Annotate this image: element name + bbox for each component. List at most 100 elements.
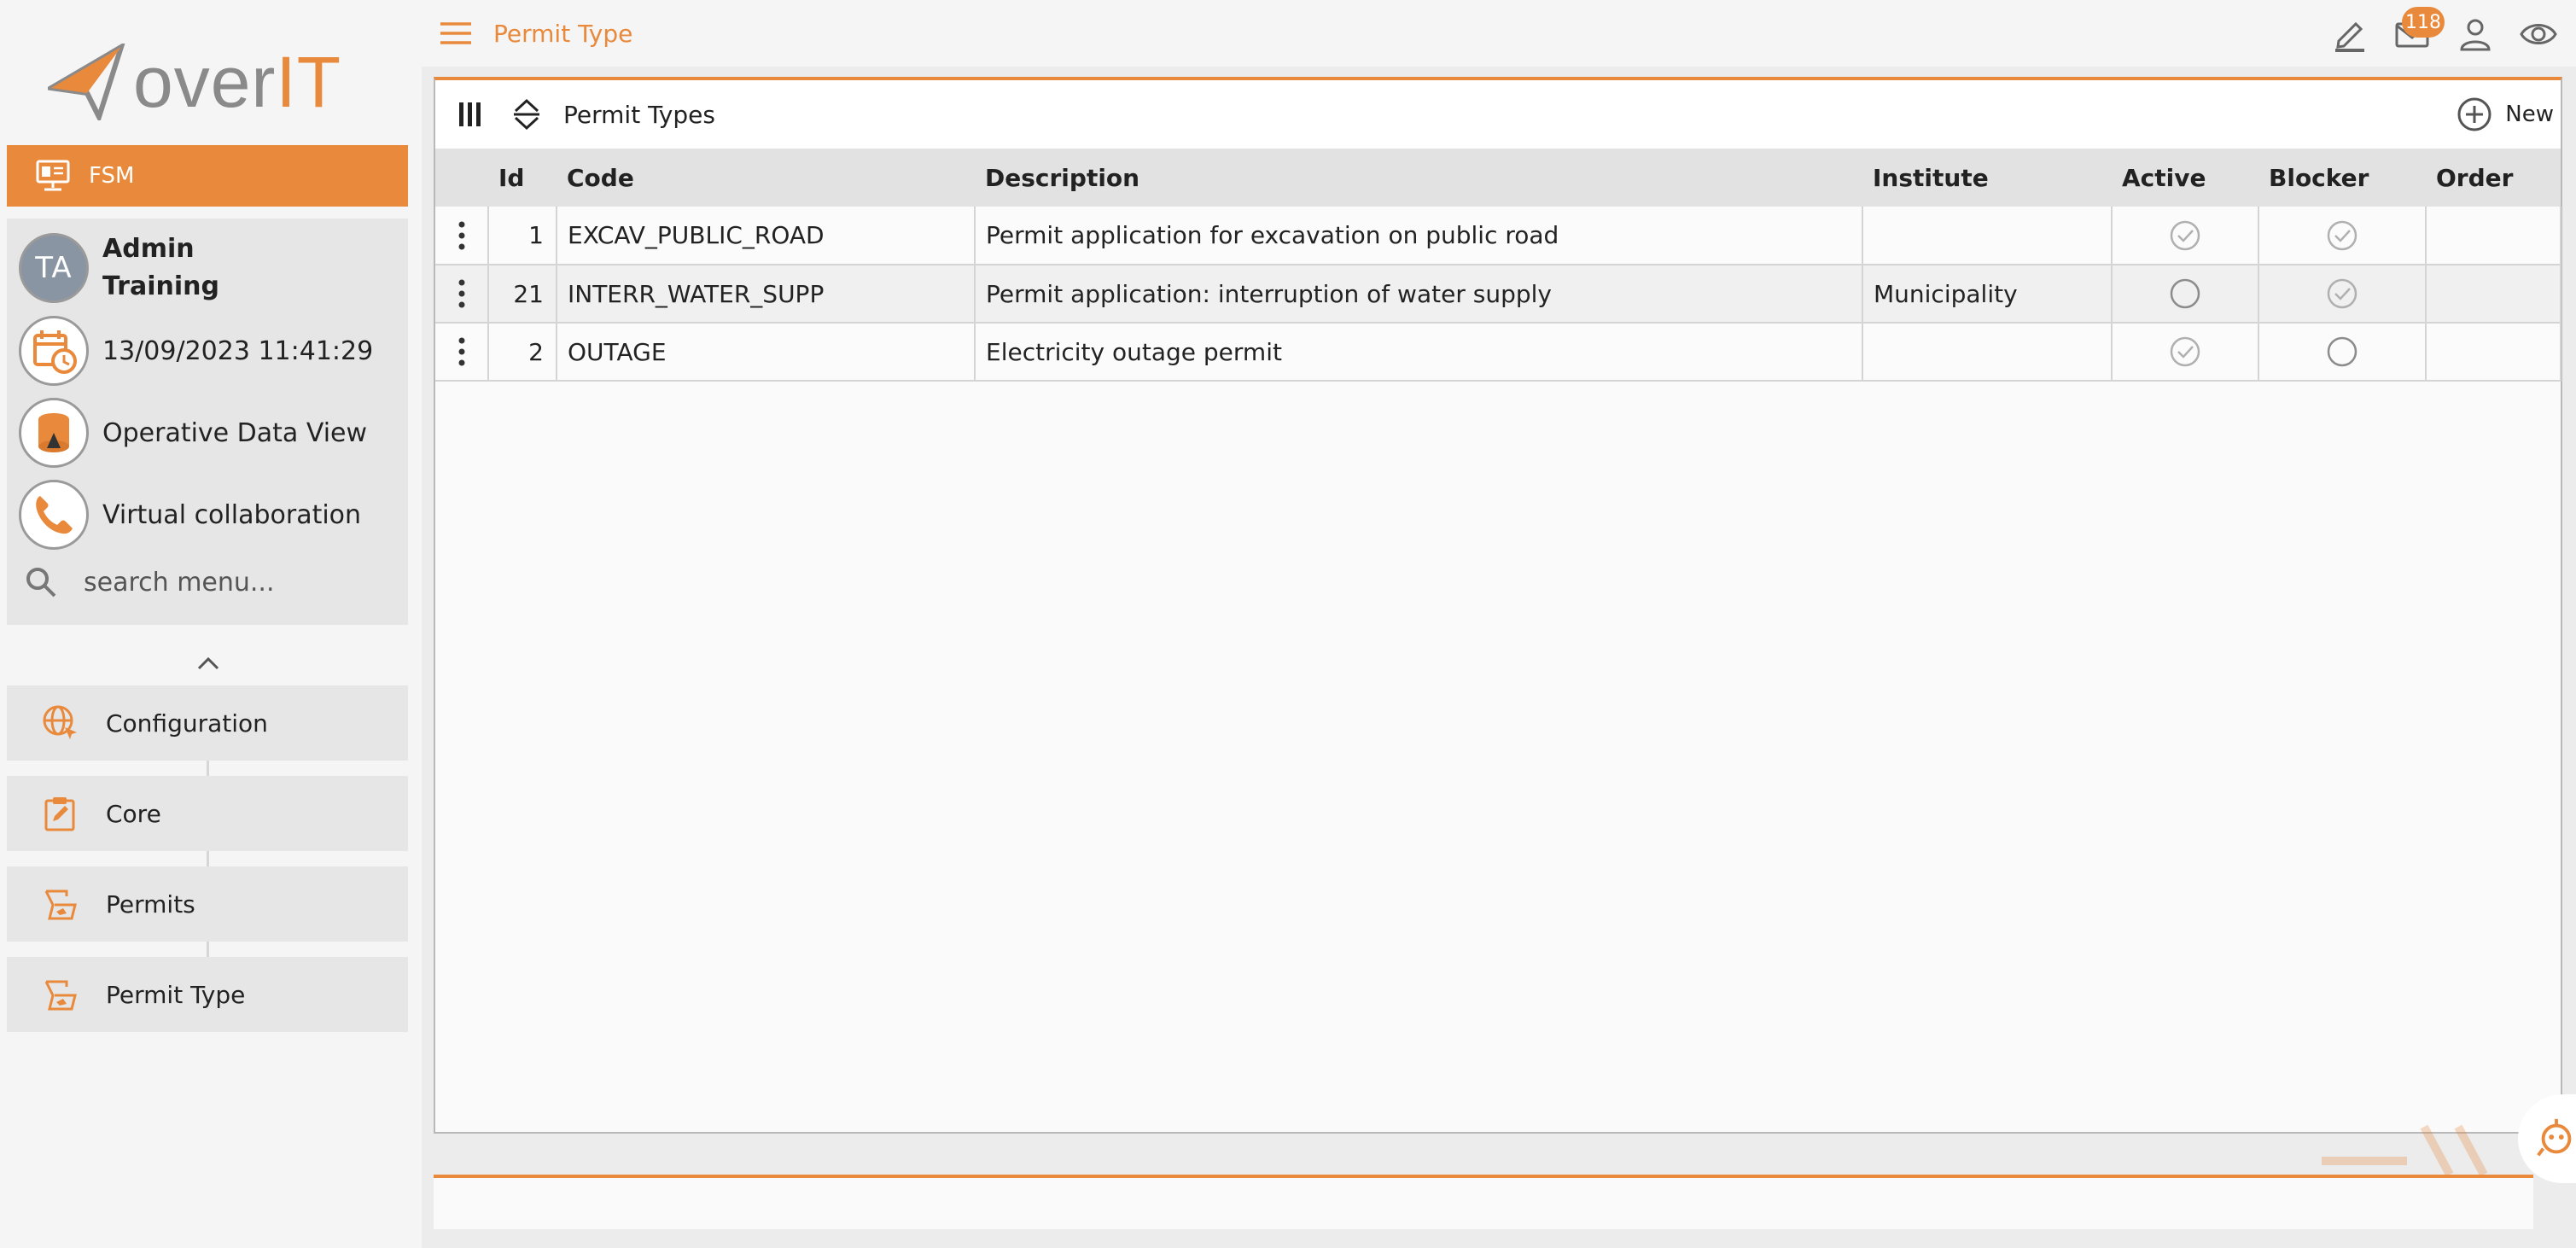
footer-bar	[434, 1175, 2533, 1229]
virtual-collaboration-item[interactable]: Virtual collaboration	[19, 480, 361, 550]
check-circle-icon	[2170, 220, 2200, 250]
mail-count-badge: 118	[2402, 7, 2445, 38]
globe-icon	[43, 705, 77, 739]
nav-item-core[interactable]: Core	[7, 776, 408, 851]
sidebar: overIT FSM TA Admin Training 13/09/2023 …	[0, 0, 422, 1248]
header-actions: 118	[2327, 7, 2561, 60]
database-icon	[19, 398, 89, 468]
columns-icon[interactable]	[449, 93, 492, 136]
cell-institute	[1862, 323, 2113, 382]
top-header: Permit Type 118	[422, 0, 2576, 67]
permit-types-panel: Permit Types New Id Code Description Ins…	[434, 77, 2562, 1134]
user-panel: TA Admin Training 13/09/2023 11:41:29 Op…	[7, 219, 408, 625]
phone-icon	[19, 480, 89, 550]
search-menu-input[interactable]	[84, 567, 391, 598]
nav-label-permits: Permits	[106, 889, 195, 919]
pencil-icon[interactable]	[2327, 12, 2371, 56]
row-menu-icon[interactable]	[435, 265, 489, 324]
logo-text-over: over	[133, 42, 277, 122]
nav-label-core: Core	[106, 799, 161, 828]
user-first-name: Admin	[102, 234, 195, 264]
nav-label-permit-type: Permit Type	[106, 980, 246, 1009]
cell-description: Electricity outage permit	[975, 323, 1863, 382]
permit-icon	[44, 980, 77, 1011]
table-row[interactable]: 21 INTERR_WATER_SUPP Permit application:…	[435, 265, 2561, 324]
cell-blocker[interactable]	[2258, 265, 2427, 324]
user-info-row[interactable]: TA Admin Training	[19, 230, 219, 306]
nav-connector	[207, 851, 209, 866]
datetime-row[interactable]: 13/09/2023 11:41:29	[19, 316, 373, 386]
cell-order	[2426, 265, 2561, 324]
nav-item-permits[interactable]: Permits	[7, 866, 408, 942]
cell-blocker[interactable]	[2258, 323, 2427, 382]
panel-toolbar: Permit Types New	[435, 80, 2561, 149]
eye-icon[interactable]	[2516, 12, 2561, 56]
header-blocker[interactable]: Blocker	[2258, 149, 2426, 207]
hamburger-menu-icon[interactable]	[439, 16, 476, 50]
operative-data-view-item[interactable]: Operative Data View	[19, 398, 367, 468]
cell-active[interactable]	[2112, 323, 2259, 382]
header-code[interactable]: Code	[557, 149, 975, 207]
cell-id: 2	[488, 323, 557, 382]
table-header-row: Id Code Description Institute Active Blo…	[435, 149, 2561, 207]
new-button[interactable]: New	[2456, 94, 2554, 135]
nav-item-permit-type[interactable]: Permit Type	[7, 957, 408, 1032]
header-menu	[435, 149, 488, 207]
cell-code: OUTAGE	[557, 323, 976, 382]
check-circle-icon	[2327, 220, 2357, 250]
header-id[interactable]: Id	[488, 149, 557, 207]
cell-active[interactable]	[2112, 207, 2259, 265]
add-circle-icon	[2457, 97, 2491, 131]
search-icon	[26, 568, 56, 598]
cell-code: EXCAV_PUBLIC_ROAD	[557, 207, 976, 265]
cell-institute	[1862, 207, 2113, 265]
row-menu-icon[interactable]	[435, 207, 489, 265]
logo-text-it: IT	[276, 42, 342, 122]
cell-active[interactable]	[2112, 265, 2259, 324]
collapse-chevron-up-icon[interactable]	[189, 650, 227, 676]
user-icon[interactable]	[2453, 12, 2497, 56]
permit-icon	[44, 889, 77, 920]
user-name: Admin Training	[102, 230, 219, 306]
overit-logo[interactable]: overIT	[48, 39, 372, 125]
new-button-label: New	[2505, 102, 2554, 127]
check-circle-icon	[2327, 278, 2357, 309]
expand-collapse-icon[interactable]	[505, 93, 548, 136]
cell-id: 21	[488, 265, 557, 324]
operative-data-view-label: Operative Data View	[102, 417, 368, 448]
menu-search	[24, 557, 391, 608]
nav-item-configuration[interactable]: Configuration	[7, 685, 408, 761]
nav-connector	[207, 942, 209, 957]
cell-order	[2426, 207, 2561, 265]
panel-title: Permit Types	[563, 100, 715, 129]
watermark-logo	[2322, 1124, 2488, 1177]
header-active[interactable]: Active	[2112, 149, 2258, 207]
module-label: FSM	[89, 163, 135, 189]
row-menu-icon[interactable]	[435, 323, 489, 382]
header-order[interactable]: Order	[2426, 149, 2561, 207]
cell-description: Permit application for excavation on pub…	[975, 207, 1863, 265]
avatar-initials: TA	[35, 251, 73, 285]
user-last-name: Training	[102, 271, 219, 301]
cell-institute: Municipality	[1862, 265, 2113, 324]
mail-icon[interactable]: 118	[2390, 7, 2445, 56]
avatar: TA	[19, 233, 89, 303]
table-row[interactable]: 1 EXCAV_PUBLIC_ROAD Permit application f…	[435, 207, 2561, 265]
datetime-text: 13/09/2023 11:41:29	[102, 335, 374, 366]
page-title: Permit Type	[493, 19, 633, 48]
table-row[interactable]: 2 OUTAGE Electricity outage permit	[435, 323, 2561, 382]
header-description[interactable]: Description	[975, 149, 1862, 207]
empty-circle-icon	[2170, 278, 2200, 309]
cell-blocker[interactable]	[2258, 207, 2427, 265]
empty-circle-icon	[2327, 336, 2357, 367]
module-selector-fsm[interactable]: FSM	[7, 145, 408, 207]
cell-description: Permit application: interruption of wate…	[975, 265, 1863, 324]
virtual-collaboration-label: Virtual collaboration	[102, 499, 362, 530]
nav-connector	[207, 761, 209, 776]
overit-logo-icon	[48, 44, 125, 120]
app-window: overIT FSM TA Admin Training 13/09/2023 …	[0, 0, 2576, 1248]
cell-order	[2426, 323, 2561, 382]
permit-types-table: Id Code Description Institute Active Blo…	[435, 149, 2561, 382]
header-institute[interactable]: Institute	[1862, 149, 2112, 207]
cell-code: INTERR_WATER_SUPP	[557, 265, 976, 324]
